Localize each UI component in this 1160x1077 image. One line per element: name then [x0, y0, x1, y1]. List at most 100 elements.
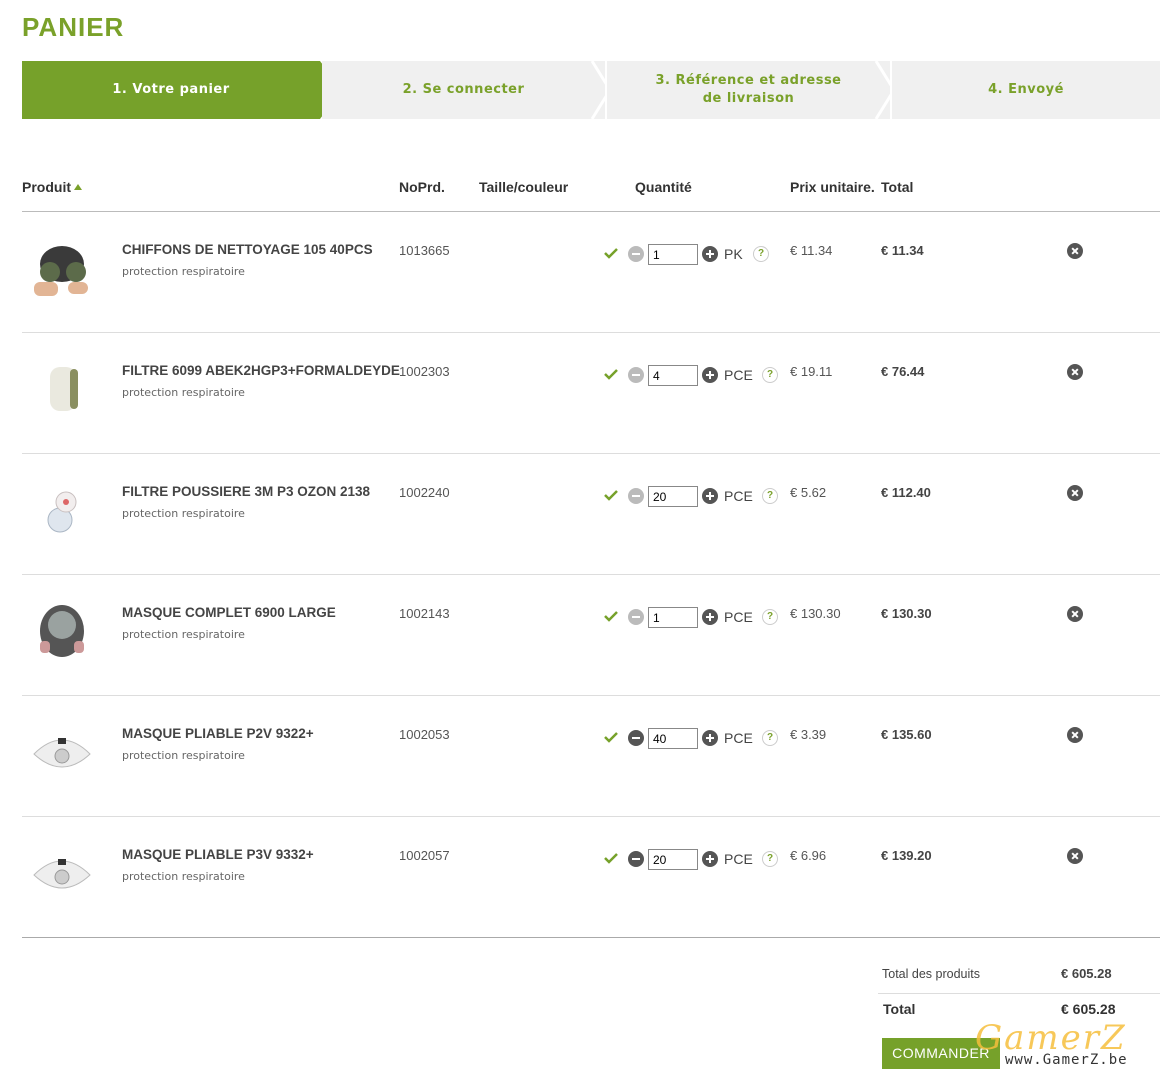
help-icon[interactable]: ?	[762, 609, 778, 625]
product-number: 1002303	[399, 364, 450, 379]
subtotal-label: Total des produits	[882, 967, 980, 981]
line-total: € 139.20	[881, 848, 932, 863]
product-name[interactable]: MASQUE PLIABLE P3V 9332+	[122, 847, 314, 862]
quantity-unit: PCE	[724, 730, 753, 746]
check-icon	[604, 488, 618, 501]
step-cart[interactable]: 1. Votre panier	[22, 61, 320, 119]
dust-filter-icon[interactable]	[26, 476, 98, 548]
help-icon[interactable]: ?	[762, 851, 778, 867]
line-total: € 11.34	[881, 243, 924, 258]
decrease-quantity-button[interactable]	[628, 851, 644, 867]
product-number: 1002143	[399, 606, 450, 621]
quantity-input[interactable]	[648, 486, 698, 507]
quantity-unit: PCE	[724, 367, 753, 383]
header-product[interactable]: Produit	[22, 179, 82, 195]
table-row: MASQUE PLIABLE P2V 9322+ protection resp…	[22, 696, 1160, 817]
check-icon	[604, 730, 618, 743]
quantity-input[interactable]	[648, 244, 698, 265]
total-value: € 605.28	[1061, 1001, 1116, 1017]
unit-price: € 6.96	[790, 848, 827, 863]
step-delivery-label: 3. Référence et adresse de livraison	[655, 73, 842, 106]
increase-quantity-button[interactable]	[702, 851, 718, 867]
quantity-input[interactable]	[648, 728, 698, 749]
product-category: protection respiratoire	[122, 386, 245, 399]
product-name[interactable]: MASQUE COMPLET 6900 LARGE	[122, 605, 336, 620]
page-title: PANIER	[22, 12, 125, 42]
line-total: € 135.60	[881, 727, 932, 742]
decrease-quantity-button[interactable]	[628, 609, 644, 625]
unit-price: € 5.62	[790, 485, 827, 500]
total-label: Total	[883, 1001, 916, 1017]
full-face-mask-icon[interactable]	[26, 597, 98, 669]
quantity-unit: PCE	[724, 851, 753, 867]
quantity-input[interactable]	[648, 365, 698, 386]
header-quantity: Quantité	[635, 179, 692, 195]
check-icon	[604, 246, 618, 259]
header-product-label: Produit	[22, 179, 71, 195]
header-unit-price: Prix unitaire.	[790, 179, 875, 195]
help-icon[interactable]: ?	[753, 246, 769, 262]
increase-quantity-button[interactable]	[702, 367, 718, 383]
table-row: CHIFFONS DE NETTOYAGE 105 40PCS protecti…	[22, 212, 1160, 333]
quantity-unit: PCE	[724, 488, 753, 504]
product-category: protection respiratoire	[122, 628, 245, 641]
increase-quantity-button[interactable]	[702, 730, 718, 746]
product-name[interactable]: CHIFFONS DE NETTOYAGE 105 40PCS	[122, 242, 373, 257]
foldable-mask-icon[interactable]	[26, 718, 98, 790]
unit-price: € 19.11	[790, 364, 833, 379]
check-icon	[604, 609, 618, 622]
step-login[interactable]: 2. Se connecter	[322, 61, 605, 119]
watermark-url: www.GamerZ.be	[1005, 1052, 1128, 1068]
decrease-quantity-button[interactable]	[628, 367, 644, 383]
increase-quantity-button[interactable]	[702, 488, 718, 504]
product-number: 1013665	[399, 243, 450, 258]
subtotal-value: € 605.28	[1061, 966, 1112, 981]
product-number: 1002053	[399, 727, 450, 742]
cart-table-header: Produit NoPrd. Taille/couleur Quantité P…	[22, 170, 1160, 212]
line-total: € 112.40	[881, 485, 931, 500]
mask-half-icon[interactable]	[26, 234, 98, 306]
watermark-logo: GamerZ www.GamerZ.be	[975, 1018, 1155, 1073]
line-total: € 76.44	[881, 364, 925, 379]
product-name[interactable]: FILTRE POUSSIERE 3M P3 OZON 2138	[122, 484, 370, 499]
help-icon[interactable]: ?	[762, 367, 778, 383]
step-sent[interactable]: 4. Envoyé	[892, 61, 1160, 119]
sort-ascending-icon	[74, 184, 82, 190]
table-row: MASQUE COMPLET 6900 LARGE protection res…	[22, 575, 1160, 696]
remove-item-button[interactable]	[1067, 243, 1083, 259]
header-total: Total	[881, 179, 914, 195]
product-number: 1002057	[399, 848, 450, 863]
product-number: 1002240	[399, 485, 450, 500]
quantity-input[interactable]	[648, 607, 698, 628]
unit-price: € 11.34	[790, 243, 833, 258]
help-icon[interactable]: ?	[762, 730, 778, 746]
product-name[interactable]: FILTRE 6099 ABEK2HGP3+FORMALDEYDE	[122, 363, 400, 378]
header-product-number: NoPrd.	[399, 179, 445, 195]
remove-item-button[interactable]	[1067, 606, 1083, 622]
decrease-quantity-button[interactable]	[628, 488, 644, 504]
remove-item-button[interactable]	[1067, 485, 1083, 501]
table-row: FILTRE POUSSIERE 3M P3 OZON 2138 protect…	[22, 454, 1160, 575]
product-name[interactable]: MASQUE PLIABLE P2V 9322+	[122, 726, 314, 741]
table-row: FILTRE 6099 ABEK2HGP3+FORMALDEYDE protec…	[22, 333, 1160, 454]
remove-item-button[interactable]	[1067, 364, 1083, 380]
line-total: € 130.30	[881, 606, 932, 621]
product-category: protection respiratoire	[122, 507, 245, 520]
remove-item-button[interactable]	[1067, 848, 1083, 864]
decrease-quantity-button[interactable]	[628, 246, 644, 262]
product-category: protection respiratoire	[122, 749, 245, 762]
quantity-unit: PK	[724, 246, 743, 262]
foldable-mask-icon[interactable]	[26, 839, 98, 911]
unit-price: € 3.39	[790, 727, 827, 742]
increase-quantity-button[interactable]	[702, 609, 718, 625]
product-category: protection respiratoire	[122, 265, 245, 278]
quantity-input[interactable]	[648, 849, 698, 870]
remove-item-button[interactable]	[1067, 727, 1083, 743]
help-icon[interactable]: ?	[762, 488, 778, 504]
summary-divider	[878, 993, 1160, 994]
decrease-quantity-button[interactable]	[628, 730, 644, 746]
step-delivery[interactable]: 3. Référence et adresse de livraison	[607, 61, 890, 119]
filter-cartridge-icon[interactable]	[26, 355, 98, 427]
checkout-steps: 1. Votre panier 2. Se connecter 3. Référ…	[22, 61, 1160, 119]
increase-quantity-button[interactable]	[702, 246, 718, 262]
